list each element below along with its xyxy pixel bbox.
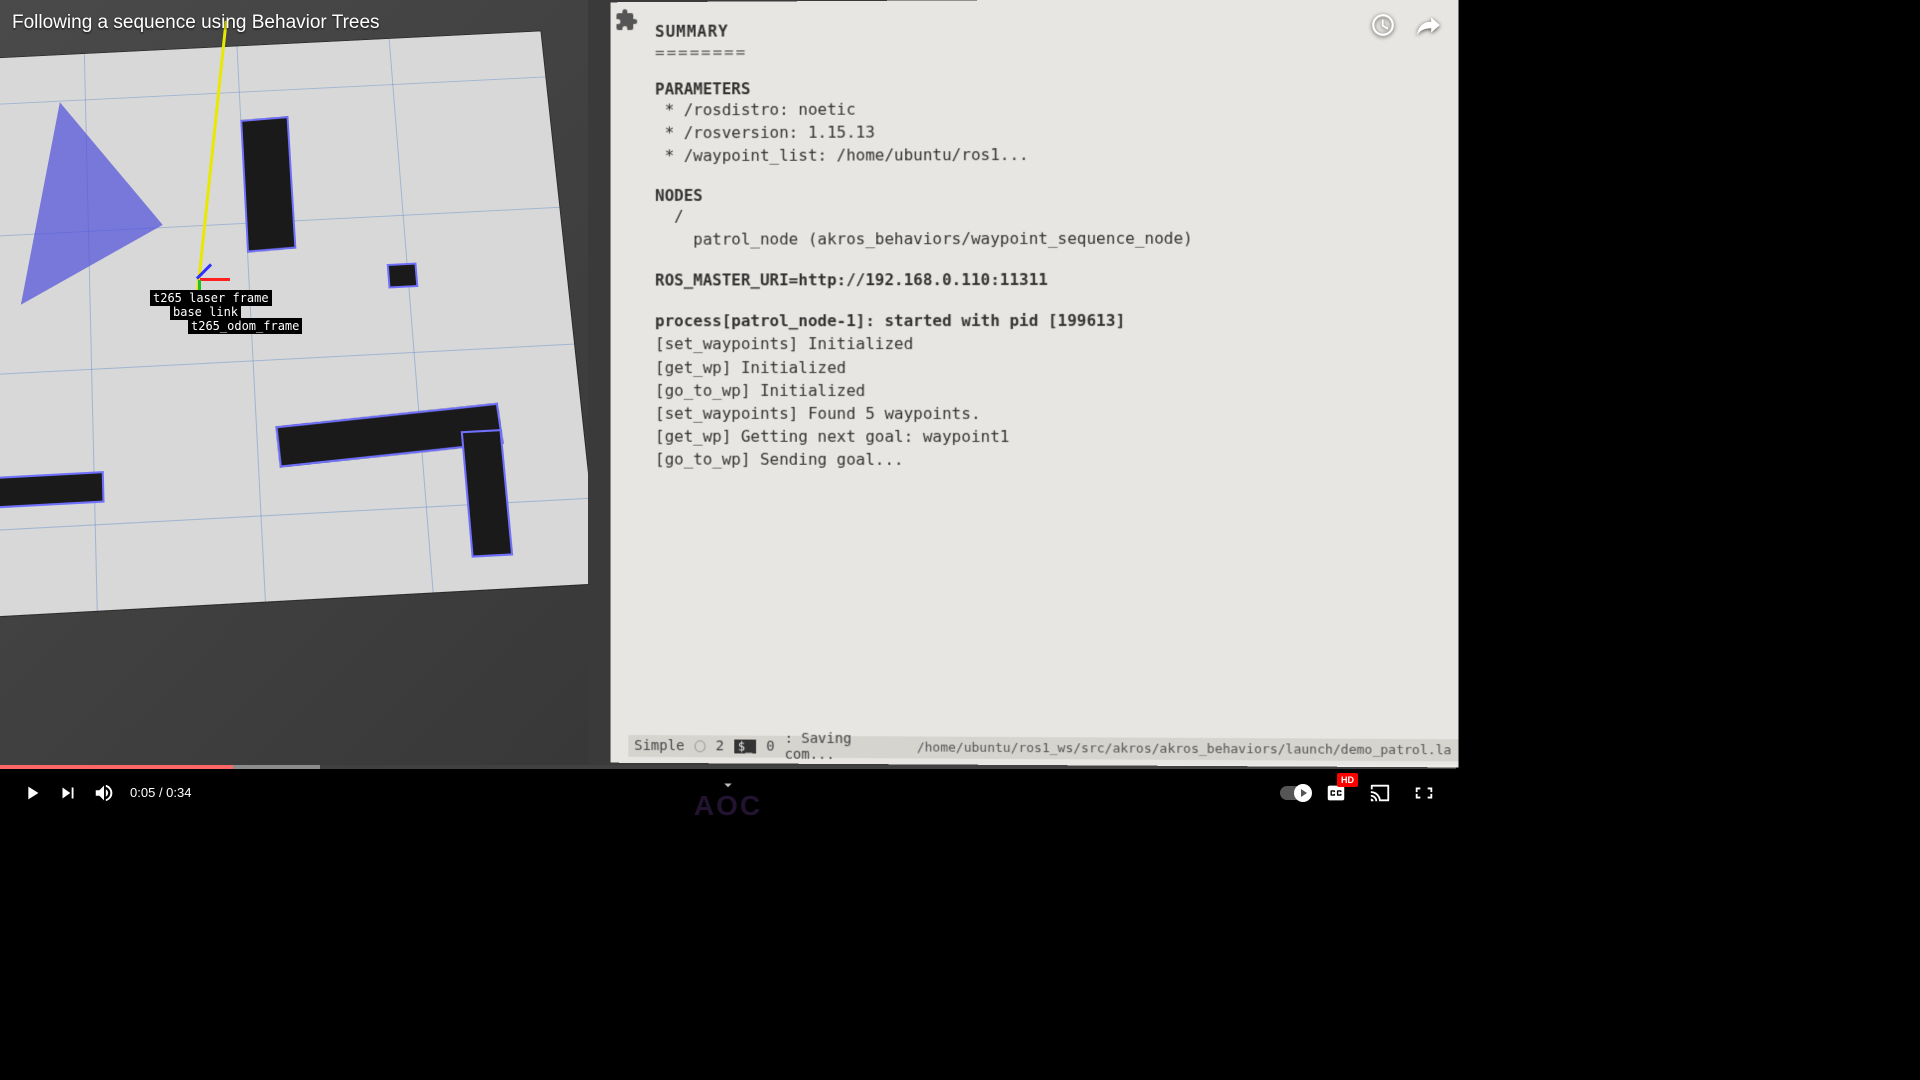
video-frame: t265_laser_frame base_link t265_odom_fra…	[0, 0, 1456, 765]
robot-origin	[190, 270, 210, 290]
time-display: 0:05 / 0:34	[130, 785, 191, 800]
summary-heading: SUMMARY	[655, 18, 1449, 41]
summary-underline: ========	[655, 39, 1449, 62]
log-line: [go_to_wp] Initialized	[655, 379, 1449, 402]
status-count-b: 0	[766, 739, 774, 755]
watch-later-icon[interactable]	[1370, 12, 1396, 38]
process-start-line: process[patrol_node-1]: started with pid…	[655, 309, 1449, 333]
axis-x	[200, 278, 230, 281]
obstacle	[461, 429, 514, 558]
autoplay-toggle[interactable]	[1280, 786, 1310, 800]
play-button[interactable]	[14, 775, 50, 811]
status-file-path: /home/ubuntu/ros1_ws/src/akros/akros_beh…	[917, 740, 1453, 758]
hd-badge: HD	[1337, 773, 1358, 787]
tf-frame-label: t265_odom_frame	[188, 318, 302, 334]
log-line: [get_wp] Getting next goal: waypoint1	[655, 425, 1449, 449]
status-mode: Simple	[634, 738, 684, 754]
node-line: /	[655, 202, 1449, 227]
status-indicator-icon	[694, 740, 706, 752]
captions-button[interactable]: HD	[1318, 775, 1354, 811]
node-line: patrol_node (akros_behaviors/waypoint_se…	[655, 226, 1449, 251]
next-button[interactable]	[50, 775, 86, 811]
ros-master-uri: ROS_MASTER_URI=http://192.168.0.110:1131…	[655, 267, 1449, 291]
autoplay-knob-icon	[1294, 784, 1312, 802]
param-line: * /rosversion: 1.15.13	[655, 119, 1449, 145]
duration: 0:34	[166, 785, 191, 800]
terminal-output: SUMMARY ======== PARAMETERS * /rosdistro…	[591, 0, 1459, 767]
param-line: * /rosdistro: noetic	[655, 95, 1449, 121]
log-line: [set_waypoints] Initialized	[655, 332, 1449, 356]
extension-icon	[614, 8, 638, 32]
param-line: * /waypoint_list: /home/ubuntu/ros1...	[655, 142, 1449, 168]
obstacle	[387, 263, 419, 289]
cast-button[interactable]	[1362, 775, 1398, 811]
rviz-visualization: t265_laser_frame base_link t265_odom_fra…	[0, 0, 588, 765]
editor-status-bar: Simple 2 $_ 0 : Saving com... /home/ubun…	[628, 735, 1458, 761]
theater-mode-button[interactable]	[1406, 775, 1442, 811]
video-title: Following a sequence using Behavior Tree…	[12, 12, 380, 34]
nodes-heading: NODES	[655, 183, 1449, 204]
video-top-controls	[1370, 12, 1442, 38]
terminal-chip-icon: $_	[734, 739, 756, 753]
log-line: [go_to_wp] Sending goal...	[655, 448, 1449, 472]
obstacle	[240, 116, 296, 253]
current-time: 0:05	[130, 785, 155, 800]
obstacle	[0, 471, 105, 513]
share-icon[interactable]	[1416, 12, 1442, 38]
volume-button[interactable]	[86, 775, 122, 811]
monitor-brand-logo: AOC	[694, 790, 762, 822]
log-line: [get_wp] Initialized	[655, 355, 1449, 378]
status-count-a: 2	[716, 738, 724, 754]
log-line: [set_waypoints] Found 5 waypoints.	[655, 402, 1449, 426]
status-saving: : Saving com...	[785, 731, 907, 764]
